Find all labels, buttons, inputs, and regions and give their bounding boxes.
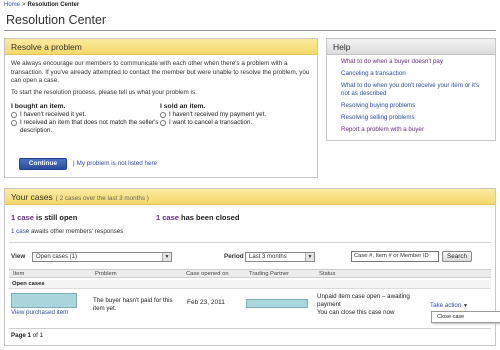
help-heading: Help xyxy=(327,39,495,55)
pager-total-pages: 1 xyxy=(39,332,44,339)
chevron-down-icon: ▼ xyxy=(305,253,314,261)
help-link-report-buyer[interactable]: Report a problem with a buyer xyxy=(341,126,424,133)
pager-current-page: 1 xyxy=(27,332,31,339)
view-label: View xyxy=(11,253,26,260)
sold-item-heading: I sold an item. xyxy=(160,103,206,110)
search-button[interactable]: Search xyxy=(442,251,472,262)
open-cases-link[interactable]: 1 case xyxy=(11,213,34,222)
view-filter-select[interactable]: Open cases (1) ▼ xyxy=(32,252,172,262)
trading-partner-id[interactable] xyxy=(246,299,308,308)
column-header-item: Item xyxy=(13,271,25,277)
item-thumbnail[interactable] xyxy=(11,293,77,308)
caret-down-icon: ▼ xyxy=(463,303,468,309)
link-separator: | xyxy=(73,160,75,167)
open-cases-group-label: Open cases xyxy=(9,280,491,289)
divider xyxy=(9,242,491,243)
radio-label: I haven't received my payment yet. xyxy=(169,111,267,118)
view-selected-value: Open cases (1) xyxy=(36,254,78,260)
continue-button[interactable]: Continue xyxy=(19,158,67,170)
radio-payment-not-received[interactable]: I haven't received my payment yet. xyxy=(160,111,310,119)
radio-circle[interactable] xyxy=(11,112,17,118)
resolve-problem-heading: Resolve a problem xyxy=(5,39,317,55)
bought-item-group: I bought an item. I haven't received it … xyxy=(11,103,161,135)
awaiting-response-summary: 1 case awaits other members' responses xyxy=(11,228,123,235)
breadcrumb-separator: > xyxy=(22,2,26,8)
radio-cancel-transaction[interactable]: I want to cancel a transaction. xyxy=(160,119,310,127)
breadcrumb-home-link[interactable]: Home xyxy=(4,2,20,8)
problem-not-listed-link[interactable]: My problem is not listed here xyxy=(77,160,158,167)
breadcrumb-current: Resolution Center xyxy=(27,2,80,8)
divider xyxy=(9,328,491,329)
chevron-down-icon: ▼ xyxy=(162,253,171,261)
help-link-item-not-received[interactable]: What to do when you don't receive your i… xyxy=(341,82,479,97)
radio-not-received[interactable]: I haven't received it yet. xyxy=(11,111,161,119)
divider xyxy=(4,30,496,31)
take-action-dropdown[interactable]: Take action ▼ xyxy=(430,302,468,309)
resolve-intro-text: We always encourage our members to commu… xyxy=(11,60,310,84)
awaiting-cases-text: awaits other members' responses xyxy=(30,228,124,235)
radio-label: I want to cancel a transaction. xyxy=(169,119,253,126)
case-opened-date: Feb 23, 2011 xyxy=(187,299,225,306)
bought-item-heading: I bought an item. xyxy=(11,103,66,110)
pager-of-word: of xyxy=(32,332,38,339)
case-search-input[interactable]: Case #, Item # or Member ID xyxy=(351,251,439,262)
closed-cases-summary: 1 case has been closed xyxy=(156,213,239,222)
case-problem-text: The buyer hasn't paid for this item yet. xyxy=(93,297,173,312)
your-cases-panel: Your cases( 2 cases over the last 3 mont… xyxy=(4,188,500,346)
resolve-prompt-text: To start the resolution process, please … xyxy=(11,89,197,96)
pager-page-word: Page xyxy=(11,332,26,339)
radio-label: I haven't received it yet. xyxy=(20,111,86,118)
not-listed-wrapper: | My problem is not listed here xyxy=(73,160,157,167)
awaiting-cases-link[interactable]: 1 case xyxy=(11,228,29,235)
help-panel: Help What to do when a buyer doesn't pay… xyxy=(326,38,496,141)
closed-cases-text: has been closed xyxy=(181,213,240,222)
page-title: Resolution Center xyxy=(6,13,107,27)
your-cases-heading: Your cases( 2 cases over the last 3 mont… xyxy=(5,189,495,205)
case-status-line: Unpaid item case open – awaiting payment xyxy=(317,293,410,308)
period-selected-value: Last 3 months xyxy=(249,254,287,260)
resolve-problem-panel: Resolve a problem We always encourage ou… xyxy=(4,38,318,178)
cases-table-header: Item Problem Case opened on Trading Part… xyxy=(9,269,491,278)
closed-cases-link[interactable]: 1 case xyxy=(156,213,179,222)
take-action-menu: Close case xyxy=(431,311,500,323)
radio-circle[interactable] xyxy=(160,120,166,126)
help-link-buyer-doesnt-pay[interactable]: What to do when a buyer doesn't pay xyxy=(341,58,443,65)
menu-item-close-case[interactable]: Close case xyxy=(437,314,464,320)
radio-circle[interactable] xyxy=(11,120,17,126)
radio-not-as-described[interactable]: I received an item that does not match t… xyxy=(11,119,161,135)
help-links: What to do when a buyer doesn't pay Canc… xyxy=(327,55,495,141)
column-header-trading-partner: Trading Partner xyxy=(249,271,290,277)
help-link-selling-problems[interactable]: Resolving selling problems xyxy=(341,114,415,121)
open-cases-summary: 1 case is still open xyxy=(11,213,77,222)
cases-count-note: ( 2 cases over the last 3 months ) xyxy=(55,195,149,202)
help-link-canceling-transaction[interactable]: Canceling a transaction xyxy=(341,70,406,77)
your-cases-title: Your cases xyxy=(11,192,53,202)
breadcrumb: Home > Resolution Center xyxy=(4,2,79,8)
open-cases-text: is still open xyxy=(36,213,78,222)
take-action-label[interactable]: Take action xyxy=(430,302,461,309)
case-status-note: You can close this case now xyxy=(317,309,395,316)
radio-label: I received an item that does not match t… xyxy=(20,119,159,134)
view-purchased-item-link[interactable]: View purchased item xyxy=(11,309,68,316)
period-filter-select[interactable]: Last 3 months ▼ xyxy=(245,252,315,262)
radio-circle[interactable] xyxy=(160,112,166,118)
period-label: Period xyxy=(224,253,244,260)
column-header-status: Status xyxy=(319,271,336,277)
column-header-opened-on: Case opened on xyxy=(186,271,229,277)
sold-item-group: I sold an item. I haven't received my pa… xyxy=(160,103,310,127)
pagination: Page 1 of 1 xyxy=(11,332,43,339)
column-header-problem: Problem xyxy=(95,271,117,277)
help-link-buying-problems[interactable]: Resolving buying problems xyxy=(341,102,415,109)
case-status: Unpaid item case open – awaiting payment… xyxy=(317,293,427,317)
